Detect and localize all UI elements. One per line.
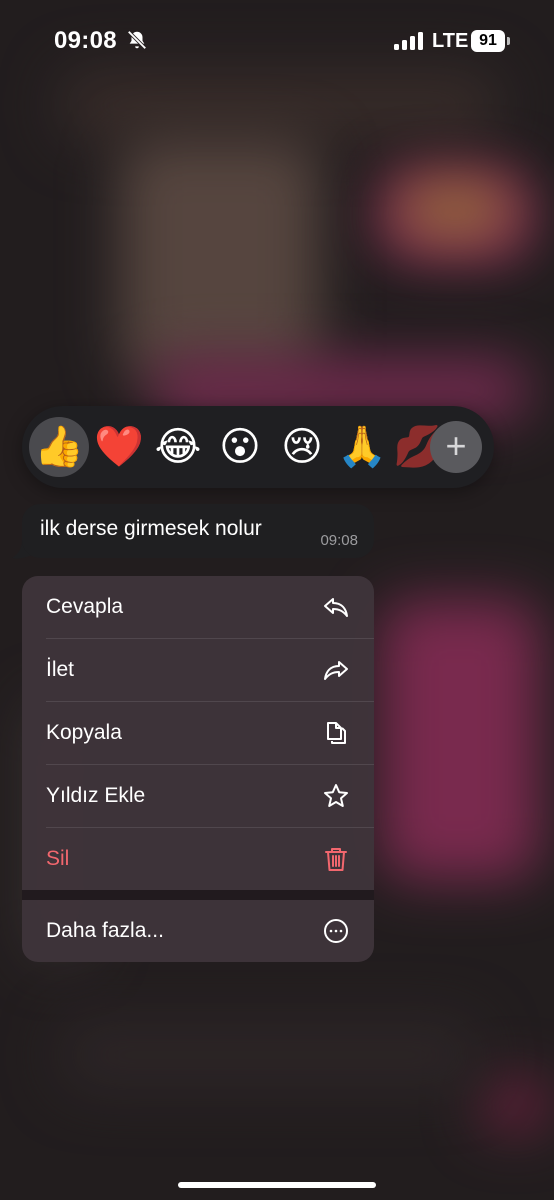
menu-item-label: İlet	[46, 658, 75, 681]
reaction-laughing[interactable]: 😂	[148, 417, 208, 477]
menu-item-label: Yıldız Ekle	[46, 784, 146, 807]
menu-item-reply[interactable]: Cevapla	[22, 576, 374, 638]
status-bar: 09:08 LTE 91	[0, 0, 554, 84]
star-icon	[324, 784, 348, 807]
add-reaction-button[interactable]: +	[430, 421, 482, 473]
menu-item-copy[interactable]: Kopyala	[22, 702, 374, 764]
more-icon	[324, 919, 348, 943]
menu-item-label: Daha fazla...	[46, 919, 164, 942]
trash-icon	[325, 848, 347, 871]
reaction-heart[interactable]: ❤️	[89, 417, 149, 477]
bell-slash-icon	[127, 30, 147, 50]
reaction-crying[interactable]: 😢	[272, 417, 332, 477]
copy-icon	[327, 722, 346, 744]
message-timestamp: 09:08	[320, 532, 358, 549]
reaction-bar: 👍 ❤️ 😂 😮 😢 🙏 💋 +	[22, 406, 494, 488]
menu-item-label: Kopyala	[46, 721, 122, 744]
menu-item-star[interactable]: Yıldız Ekle	[22, 765, 374, 827]
menu-item-label: Sil	[46, 847, 70, 870]
reply-icon	[324, 598, 348, 617]
reaction-thumbs-up[interactable]: 👍	[29, 417, 89, 477]
home-indicator[interactable]	[178, 1182, 376, 1188]
battery-level: 91	[471, 30, 505, 52]
reaction-pray[interactable]: 🙏	[332, 417, 392, 477]
menu-item-more[interactable]: Daha fazla...	[22, 900, 374, 962]
message-text: ilk derse girmesek nolur	[40, 517, 262, 540]
plus-icon: +	[445, 425, 467, 466]
message-context-menu: Cevapla İlet Kopyala Yıldız Ekle Sil Dah…	[22, 576, 374, 962]
message-bubble[interactable]: ilk derse girmesek nolur 09:08	[22, 504, 374, 558]
network-type: LTE	[432, 30, 469, 52]
menu-item-label: Cevapla	[46, 595, 124, 618]
menu-item-forward[interactable]: İlet	[22, 639, 374, 701]
reaction-surprised[interactable]: 😮	[210, 417, 270, 477]
battery-icon: 91	[471, 30, 510, 52]
cellular-signal-icon	[394, 32, 424, 50]
forward-icon	[324, 661, 348, 680]
menu-item-delete[interactable]: Sil	[22, 828, 374, 890]
status-time: 09:08	[54, 27, 117, 54]
